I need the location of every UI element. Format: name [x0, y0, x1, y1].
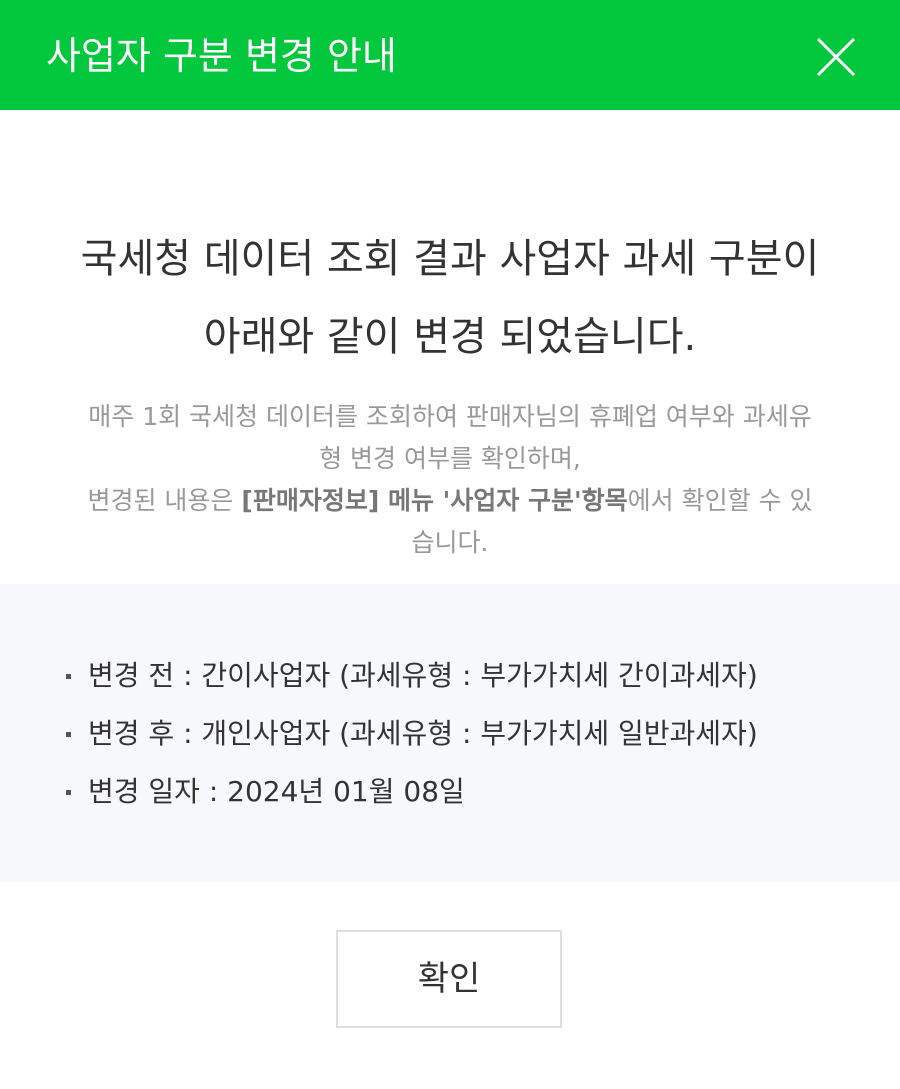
- change-after-text: 변경 후 : 개인사업자 (과세유형 : 부가가치세 일반과세자): [88, 717, 758, 750]
- bullet-icon: [66, 674, 71, 679]
- headline-line-2: 아래와 같이 변경 되었습니다.: [203, 314, 697, 360]
- close-icon: [816, 37, 856, 77]
- change-before-text: 변경 전 : 간이사업자 (과세유형 : 부가가치세 간이과세자): [88, 659, 758, 692]
- change-info-box: 변경 전 : 간이사업자 (과세유형 : 부가가치세 간이과세자) 변경 후 :…: [0, 584, 900, 882]
- description: 매주 1회 국세청 데이터를 조회하여 판매자님의 휴폐업 여부와 과세유 형 …: [40, 396, 860, 564]
- headline-line-1: 국세청 데이터 조회 결과 사업자 과세 구분이: [80, 236, 820, 282]
- description-line-2: 형 변경 여부를 확인하며,: [319, 444, 581, 473]
- change-date-text: 변경 일자 : 2024년 01월 08일: [88, 775, 465, 808]
- description-line-3-suffix: 에서 확인할 수 있: [627, 486, 813, 515]
- description-line-1: 매주 1회 국세청 데이터를 조회하여 판매자님의 휴폐업 여부와 과세유: [88, 402, 812, 431]
- change-before-item: 변경 전 : 간이사업자 (과세유형 : 부가가치세 간이과세자): [66, 654, 758, 712]
- change-info-list: 변경 전 : 간이사업자 (과세유형 : 부가가치세 간이과세자) 변경 후 :…: [66, 654, 758, 828]
- headline: 국세청 데이터 조회 결과 사업자 과세 구분이 아래와 같이 변경 되었습니다…: [0, 220, 900, 376]
- description-line-4: 습니다.: [411, 528, 489, 557]
- description-line-3-prefix: 변경된 내용은: [87, 486, 242, 515]
- change-after-item: 변경 후 : 개인사업자 (과세유형 : 부가가치세 일반과세자): [66, 712, 758, 770]
- change-date-item: 변경 일자 : 2024년 01월 08일: [66, 770, 758, 828]
- close-button[interactable]: [810, 31, 862, 83]
- dialog-title: 사업자 구분 변경 안내: [46, 34, 397, 78]
- description-line-3: 변경된 내용은 [판매자정보] 메뉴 '사업자 구분'항목에서 확인할 수 있: [40, 480, 860, 522]
- dialog-header: 사업자 구분 변경 안내: [0, 0, 900, 110]
- bullet-icon: [66, 790, 71, 795]
- confirm-button[interactable]: 확인: [336, 930, 562, 1028]
- seller-info-menu-reference: [판매자정보] 메뉴 '사업자 구분'항목: [241, 486, 628, 515]
- bullet-icon: [66, 732, 71, 737]
- change-notice-dialog: 사업자 구분 변경 안내 국세청 데이터 조회 결과 사업자 과세 구분이 아래…: [0, 0, 900, 1089]
